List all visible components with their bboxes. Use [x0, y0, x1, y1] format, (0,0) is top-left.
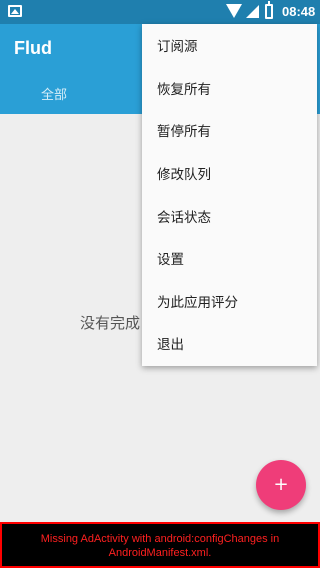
status-bar: 08:48	[0, 0, 320, 24]
add-torrent-button[interactable]: +	[256, 460, 306, 510]
add-icon: +	[273, 474, 289, 495]
menu-item-edit-queue[interactable]: 修改队列	[142, 152, 317, 195]
menu-item-exit[interactable]: 退出	[142, 322, 317, 365]
empty-state-text: 没有完成	[80, 314, 141, 332]
menu-item-settings[interactable]: 设置	[142, 237, 317, 280]
ad-error-line-1: Missing AdActivity with android:configCh…	[40, 533, 280, 545]
menu-item-resume-all[interactable]: 恢复所有	[142, 67, 317, 110]
menu-item-feeds[interactable]: 订阅源	[142, 24, 317, 67]
signal-icon	[246, 5, 259, 18]
tab-all[interactable]: 全部	[24, 84, 84, 103]
ad-error-banner: Missing AdActivity with android:configCh…	[0, 522, 320, 568]
wifi-icon	[226, 4, 242, 18]
menu-item-pause-all[interactable]: 暂停所有	[142, 109, 317, 152]
ad-error-line-2: AndroidManifest.xml.	[108, 547, 212, 559]
status-time: 08:48	[282, 4, 316, 19]
menu-item-rate-app[interactable]: 为此应用评分	[142, 280, 317, 323]
menu-item-session-status[interactable]: 会话状态	[142, 194, 317, 237]
battery-charging-icon	[265, 1, 273, 19]
overflow-menu: 订阅源 恢复所有 暂停所有 修改队列 会话状态 设置 为此应用评分 退出	[142, 24, 317, 366]
notification-image-icon	[8, 5, 22, 17]
app-title: Flud	[14, 38, 52, 58]
